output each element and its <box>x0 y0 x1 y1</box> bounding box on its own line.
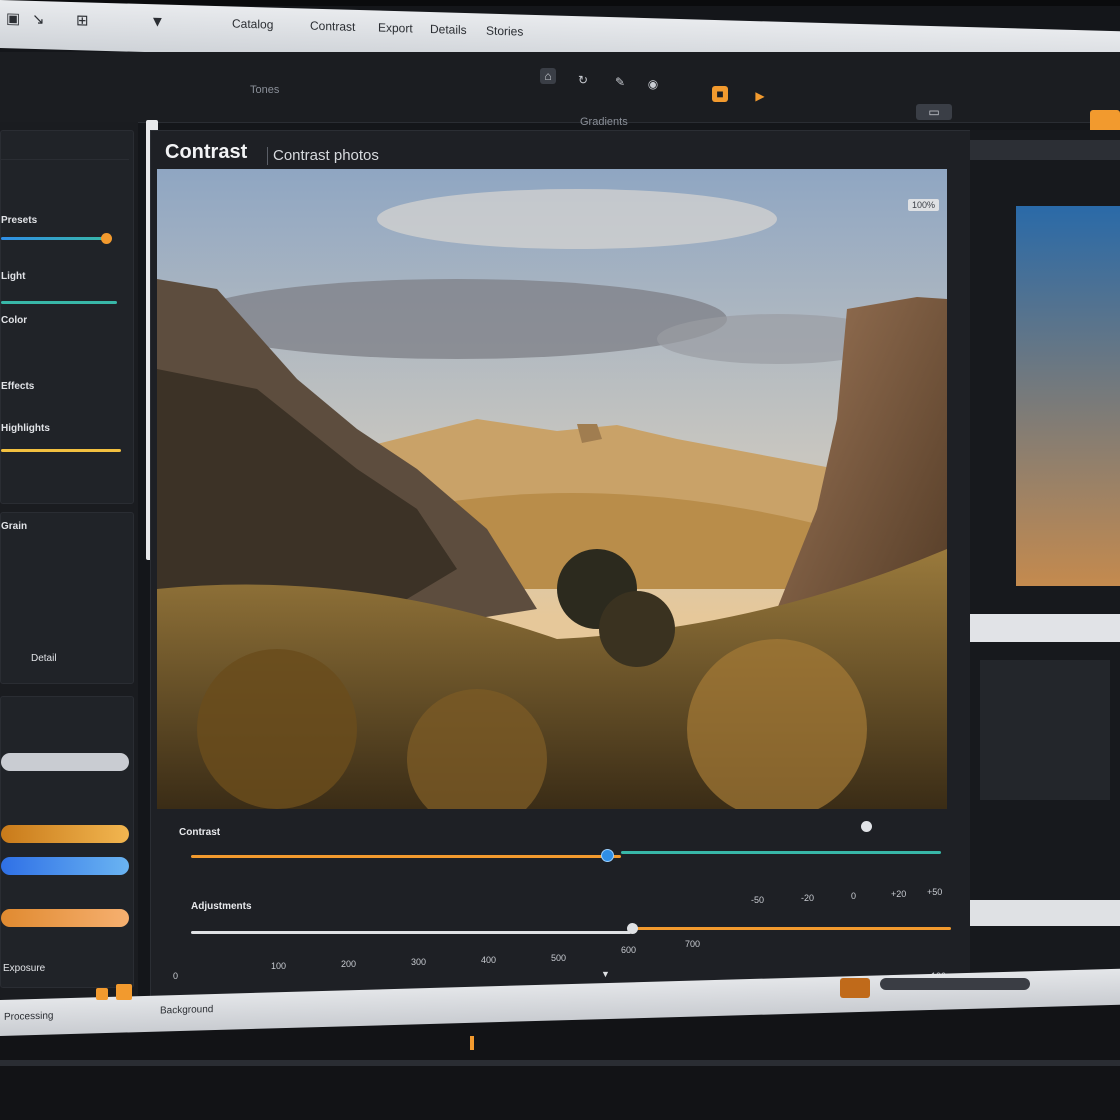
lock-icon[interactable]: ⌂ <box>540 68 556 84</box>
light-slider[interactable] <box>1 301 117 304</box>
thumbnail-preview[interactable] <box>1016 206 1120 586</box>
value-label-3: 0 <box>851 891 857 901</box>
menu-item-catalog[interactable]: Catalog <box>232 16 273 31</box>
right-panel-header <box>970 140 1120 160</box>
tick-label-7: 700 <box>685 939 701 949</box>
footer-swatch-orange[interactable] <box>96 988 108 1000</box>
presets-slider-handle[interactable] <box>101 233 112 244</box>
section-label-light: Light <box>1 271 26 282</box>
rotate-icon[interactable]: ↻ <box>575 72 591 88</box>
adjustment-handle[interactable] <box>627 923 638 934</box>
contrast-range-handle[interactable] <box>861 821 872 832</box>
tone-footer-label: Exposure <box>3 963 46 974</box>
tick-label-1: 100 <box>271 961 287 971</box>
photo-preview[interactable]: 100% <box>157 169 947 809</box>
menu-item-details[interactable]: Details <box>430 22 467 37</box>
app-logo-icon[interactable]: ▣ <box>6 9 20 27</box>
presets-slider[interactable] <box>1 237 107 240</box>
section-label-presets: Presets <box>1 215 38 226</box>
curve-label: Adjustments <box>191 901 252 912</box>
brush-icon[interactable]: ✎ <box>612 74 628 90</box>
play-icon[interactable]: ▶ <box>752 88 768 104</box>
right-panel-divider <box>970 614 1120 642</box>
contrast-slider-handle[interactable] <box>601 849 614 862</box>
menu-item-stories[interactable]: Stories <box>486 24 523 39</box>
arrow-icon[interactable]: ↘ <box>32 10 45 28</box>
grid-icon[interactable]: ⊞ <box>76 11 89 29</box>
page-subtitle: Contrast photos <box>273 147 379 164</box>
page-title: Contrast <box>165 141 248 163</box>
section-label-color: Color <box>1 315 28 326</box>
detail-section: Grain Detail <box>0 512 134 684</box>
toolbar-label-tones: Tones <box>250 84 280 96</box>
section-label-effects: Effects <box>1 381 35 392</box>
footer-scroll-track[interactable] <box>0 1060 1120 1066</box>
adjustment-track-right[interactable] <box>631 927 951 930</box>
tick-label-3: 300 <box>411 957 427 967</box>
toolbar: Tones ⌂ ↻ ✎ ◉ ■ ▶ Gradients ▭ <box>0 52 1120 150</box>
tint-slider[interactable] <box>1 857 129 875</box>
right-panel-footer <box>970 900 1120 926</box>
adjustment-controls: Contrast Adjustments 100 200 300 400 500… <box>171 821 951 991</box>
tick-label-4: 400 <box>481 955 497 965</box>
contrast-slider-right[interactable] <box>621 851 941 854</box>
zoom-indicator: 100% <box>907 199 939 211</box>
eye-icon[interactable]: ◉ <box>645 76 661 92</box>
adjustment-track-left[interactable] <box>191 931 631 934</box>
temperature-slider[interactable] <box>1 825 129 843</box>
footer-label-background: Background <box>160 1004 214 1017</box>
footer-label-processing: Processing <box>4 1010 54 1023</box>
tick-label-2: 200 <box>341 959 357 969</box>
section-label-highlights: Highlights <box>1 423 50 434</box>
value-label-1: -50 <box>751 895 765 905</box>
footer-toggle[interactable] <box>840 978 870 998</box>
contrast-label: Contrast <box>179 827 221 838</box>
panel-header-row <box>1 131 129 160</box>
footer-playhead[interactable] <box>470 1036 474 1050</box>
record-icon[interactable]: ■ <box>712 86 728 102</box>
vibrance-slider[interactable] <box>1 909 129 927</box>
right-panel <box>970 130 1120 990</box>
toolbar-label-gradients: Gradients <box>580 116 628 128</box>
landscape-photo <box>157 169 947 809</box>
screen: ▣ ↘ ⊞ ▼ Catalog Contrast Export Details … <box>0 0 1120 1120</box>
value-label-4: +20 <box>891 889 907 899</box>
tone-section: Exposure <box>0 696 134 988</box>
histogram-panel <box>980 660 1110 800</box>
footer-progress-track[interactable] <box>880 978 1030 990</box>
adjustments-section: Presets Light Color Effects Highlights <box>0 130 134 504</box>
highlights-slider[interactable] <box>1 449 121 452</box>
main-editor: Contrast Contrast photos 100% Contrast A… <box>150 130 972 1002</box>
dropdown-chevron-icon[interactable]: ▼ <box>601 969 610 979</box>
left-panel: Presets Light Color Effects Highlights G… <box>0 122 138 1022</box>
value-label-5: +50 <box>927 887 943 897</box>
contrast-slider-left[interactable] <box>191 855 621 858</box>
menu-item-export[interactable]: Export <box>378 21 413 36</box>
tick-label-6: 600 <box>621 945 637 955</box>
title-divider <box>267 147 268 165</box>
section-label-detail: Detail <box>31 653 57 664</box>
view-toggle-icon[interactable]: ▭ <box>916 104 952 120</box>
range-low-label: 0 <box>173 971 179 981</box>
value-label-2: -20 <box>801 893 815 903</box>
section-label-grain: Grain <box>1 521 28 532</box>
footer-swatch-active[interactable] <box>116 984 132 1000</box>
tick-label-5: 500 <box>551 953 567 963</box>
filter-icon[interactable]: ▼ <box>150 13 165 30</box>
exposure-slider[interactable] <box>1 753 129 771</box>
menu-item-contrast[interactable]: Contrast <box>310 19 355 34</box>
